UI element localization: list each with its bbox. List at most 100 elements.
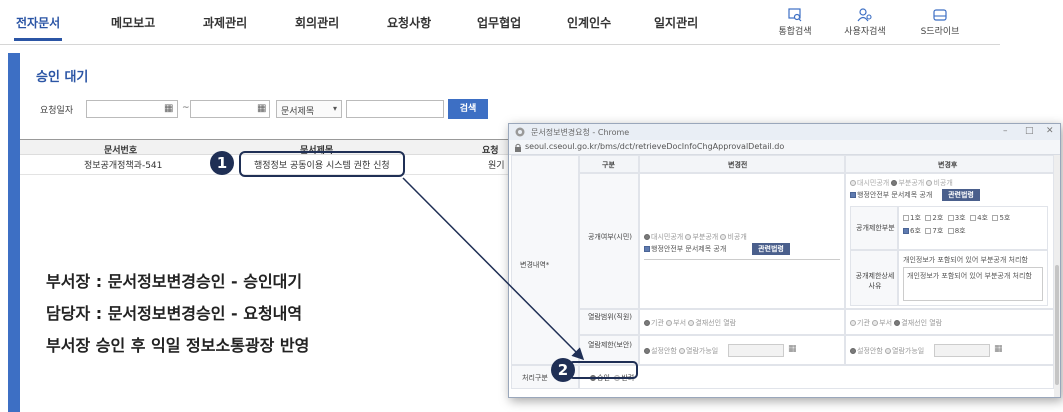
chevron-down-icon: ▾: [332, 104, 337, 113]
scrollbar-thumb[interactable]: [1055, 265, 1059, 385]
maximize-button[interactable]: □: [1025, 126, 1034, 136]
checkbox-icon: [925, 215, 932, 221]
before-disclose-options: 대시민공개 부분공개 비공개: [644, 232, 747, 242]
date-range-separator: ~: [182, 103, 190, 113]
before-related-law-button[interactable]: 관련법령: [752, 243, 790, 255]
minimize-button[interactable]: –: [1003, 126, 1008, 136]
limit-items-cell: 1호 2호 3호 4호 5호 6호 7호 8호: [898, 206, 1048, 250]
after-related-law-button[interactable]: 관련법령: [942, 189, 980, 201]
before-limit-options: 설정안함 열람가능일: [644, 346, 718, 356]
search-keyword-input[interactable]: [346, 100, 444, 118]
popup-address-bar: seoul.cseoul.go.kr/bms/dct/retrieveDocIn…: [509, 140, 1060, 155]
limit-section-label: 공개제한부분: [856, 224, 895, 232]
nav-tab-memo-report[interactable]: 메모보고: [111, 14, 155, 31]
drive-icon: [933, 9, 947, 21]
calendar-icon[interactable]: ▦: [164, 103, 173, 114]
change-details-label: 변경내역*: [520, 261, 550, 269]
process-cell: 승인 반려: [579, 365, 1054, 389]
doc-change-approval-popup: 문서정보변경요청 - Chrome – □ ✕ seoul.cseoul.go.…: [508, 123, 1061, 398]
checkbox-icon: [925, 228, 932, 234]
note-line-3: 부서장 승인 후 익일 정보소통광장 반영: [46, 336, 310, 355]
after-limit-options[interactable]: 설정안함 열람가능일: [850, 346, 924, 356]
popup-url: seoul.cseoul.go.kr/bms/dct/retrieveDocIn…: [525, 142, 785, 151]
nav-tab-requests[interactable]: 요청사항: [387, 14, 431, 31]
before-range-options: 기관 부서 결재선인 열람: [644, 318, 736, 328]
note-line-1: 부서장 : 문서정보변경승인 - 승인대기: [46, 272, 303, 291]
limit-section-label-cell: 공개제한부분: [850, 206, 898, 250]
after-disclose-options[interactable]: 대시민공개 부분공개 비공개: [850, 178, 953, 188]
integrated-search-button[interactable]: 통합검색: [765, 8, 825, 37]
step-1-badge: 1: [210, 151, 234, 175]
radio-icon: [894, 320, 901, 326]
user-search-icon: [857, 8, 872, 22]
before-available-date-input: [728, 344, 784, 357]
limit-detail-cell: 개인정보가 포함되어 있어 부분공개 처리함 개인정보가 포함되어 있어 부분공…: [898, 250, 1048, 306]
close-button[interactable]: ✕: [1046, 126, 1054, 136]
step-2-badge: 2: [551, 358, 575, 382]
nav-tab-handover[interactable]: 인계인수: [567, 14, 611, 31]
section-label-cell: 변경내역*: [511, 155, 579, 365]
radio-icon: [850, 180, 856, 186]
radio-icon: [891, 180, 898, 186]
limit-reason-summary: 개인정보가 포함되어 있어 부분공개 처리함: [903, 256, 1028, 264]
nav-tab-collaboration[interactable]: 업무협업: [477, 14, 521, 31]
limit-before-cell: 설정안함 열람가능일 ▦: [639, 335, 845, 365]
user-search-button[interactable]: 사용자검색: [835, 8, 895, 37]
limit-reason-text: 개인정보가 포함되어 있어 부분공개 처리함: [907, 272, 1032, 280]
top-navigation: 전자문서 메모보고 과제관리 회의관리 요청사항 업무협업 인계인수 일지관리 …: [0, 0, 1000, 45]
header-kind-cell: 구분: [579, 155, 639, 173]
page-title: 승인 대기: [36, 70, 89, 85]
checkbox-icon: [644, 246, 650, 252]
radio-icon: [688, 320, 695, 326]
row-doc-number: 정보공개정책과-541: [84, 161, 163, 171]
row-requester: 원기: [488, 161, 505, 171]
range-label: 열람범위(직원): [587, 313, 633, 321]
checkbox-icon: [903, 215, 909, 221]
calendar-icon[interactable]: ▦: [257, 103, 266, 114]
range-after-cell: 기관 부서 결재선인 열람: [845, 309, 1054, 335]
range-label-cell: 열람범위(직원): [579, 309, 639, 335]
calendar-icon[interactable]: ▦: [994, 344, 1003, 354]
radio-icon: [926, 180, 933, 186]
process-label: 처리구분: [522, 374, 548, 382]
approve-highlight-box: [568, 361, 638, 379]
header-kind: 구분: [602, 161, 615, 169]
nav-tab-electronic-docs[interactable]: 전자문서: [16, 14, 60, 31]
radio-icon: [644, 348, 650, 354]
checkbox-icon: [903, 228, 909, 234]
nav-tab-meeting-management[interactable]: 회의관리: [295, 14, 339, 31]
search-field-select[interactable]: 문서제목 ▾: [276, 100, 342, 118]
s-drive-button[interactable]: S드라이브: [910, 8, 970, 37]
header-before-cell: 변경전: [639, 155, 845, 173]
lock-icon: [515, 143, 521, 152]
popup-scrollbar[interactable]: [1054, 155, 1060, 397]
limit-reason-textarea[interactable]: 개인정보가 포함되어 있어 부분공개 처리함: [903, 267, 1043, 301]
range-before-cell: 기관 부서 결재선인 열람: [639, 309, 845, 335]
limit-label: 열람제한(보안): [587, 341, 633, 349]
disclose-after-cell: 대시민공개 부분공개 비공개 행정안전부 문서제목 공개 관련법령 공개제한부분…: [845, 173, 1054, 309]
limit-after-cell: 설정안함 열람가능일 ▦: [845, 335, 1054, 365]
radio-icon: [666, 320, 673, 326]
radio-icon: [850, 320, 856, 326]
s-drive-label: S드라이브: [920, 27, 960, 37]
search-button[interactable]: 검색: [448, 99, 488, 119]
radio-icon: [644, 234, 650, 240]
header-after: 변경후: [938, 161, 958, 169]
after-available-date-input[interactable]: [934, 344, 990, 357]
nav-tab-journal[interactable]: 일지관리: [654, 14, 698, 31]
checkbox-icon: [850, 192, 856, 198]
limit-items-row-2[interactable]: 6호 7호 8호: [903, 226, 966, 236]
title-highlight-box: [239, 151, 405, 177]
nav-tab-task-management[interactable]: 과제관리: [203, 14, 247, 31]
before-gov-doc-check: 행정안전부 문서제목 공개: [644, 244, 726, 254]
limit-items-row-1[interactable]: 1호 2호 3호 4호 5호: [903, 213, 1010, 223]
checkbox-icon: [947, 228, 954, 234]
after-gov-doc-check[interactable]: 행정안전부 문서제목 공개: [850, 190, 932, 200]
radio-icon: [644, 320, 650, 326]
popup-titlebar: 문서정보변경요청 - Chrome – □ ✕: [509, 124, 1060, 140]
header-after-cell: 변경후: [845, 155, 1054, 173]
disclose-label: 공개여부(시민): [587, 233, 633, 241]
after-range-options[interactable]: 기관 부서 결재선인 열람: [850, 318, 942, 328]
search-field-value: 문서제목: [281, 107, 315, 117]
integrated-search-icon: [788, 8, 802, 22]
